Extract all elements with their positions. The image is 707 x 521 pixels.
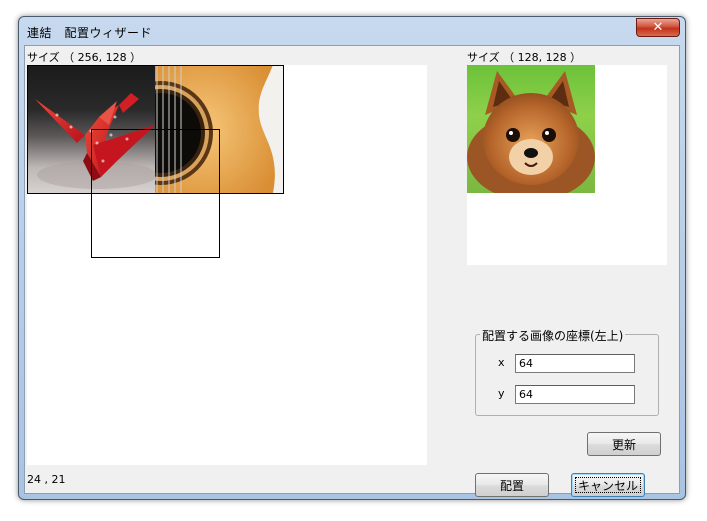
cursor-coordinates: 24 , 21 <box>27 473 66 486</box>
base-image-canvas[interactable] <box>27 65 427 465</box>
title-bar[interactable]: 連結 配置ウィザード ✕ <box>19 17 685 45</box>
window-title: 連結 配置ウィザード <box>27 26 153 40</box>
dog-image <box>467 71 595 193</box>
placement-coordinates-group: 配置する画像の座標(左上) x y <box>475 327 659 416</box>
close-button[interactable]: ✕ <box>636 18 680 37</box>
y-coordinate-input[interactable] <box>515 385 635 404</box>
left-size-label: サイズ （ 256, 128 ） <box>27 51 142 64</box>
right-size-label: サイズ （ 128, 128 ） <box>467 51 582 64</box>
close-icon: ✕ <box>652 20 664 35</box>
update-button-label: 更新 <box>611 437 636 452</box>
place-button-label: 配置 <box>499 478 524 493</box>
overlay-image-canvas <box>467 65 667 265</box>
placement-group-title: 配置する画像の座標(左上) <box>480 327 626 344</box>
dog-photo <box>467 65 595 193</box>
cancel-button[interactable]: キャンセル <box>571 473 645 497</box>
x-label: x <box>498 356 505 369</box>
update-button[interactable]: 更新 <box>587 432 661 456</box>
y-label: y <box>498 387 505 400</box>
dialog-client-area: サイズ （ 256, 128 ） 24 , 21 サイズ （ 128, 128 … <box>24 45 680 497</box>
cancel-button-label: キャンセル <box>577 478 638 493</box>
wizard-window: 連結 配置ウィザード ✕ サイズ （ 256, 128 ） 24 , 21 サイ… <box>18 16 686 500</box>
place-button[interactable]: 配置 <box>475 473 549 497</box>
x-coordinate-input[interactable] <box>515 354 635 373</box>
placement-rectangle[interactable] <box>91 129 220 258</box>
